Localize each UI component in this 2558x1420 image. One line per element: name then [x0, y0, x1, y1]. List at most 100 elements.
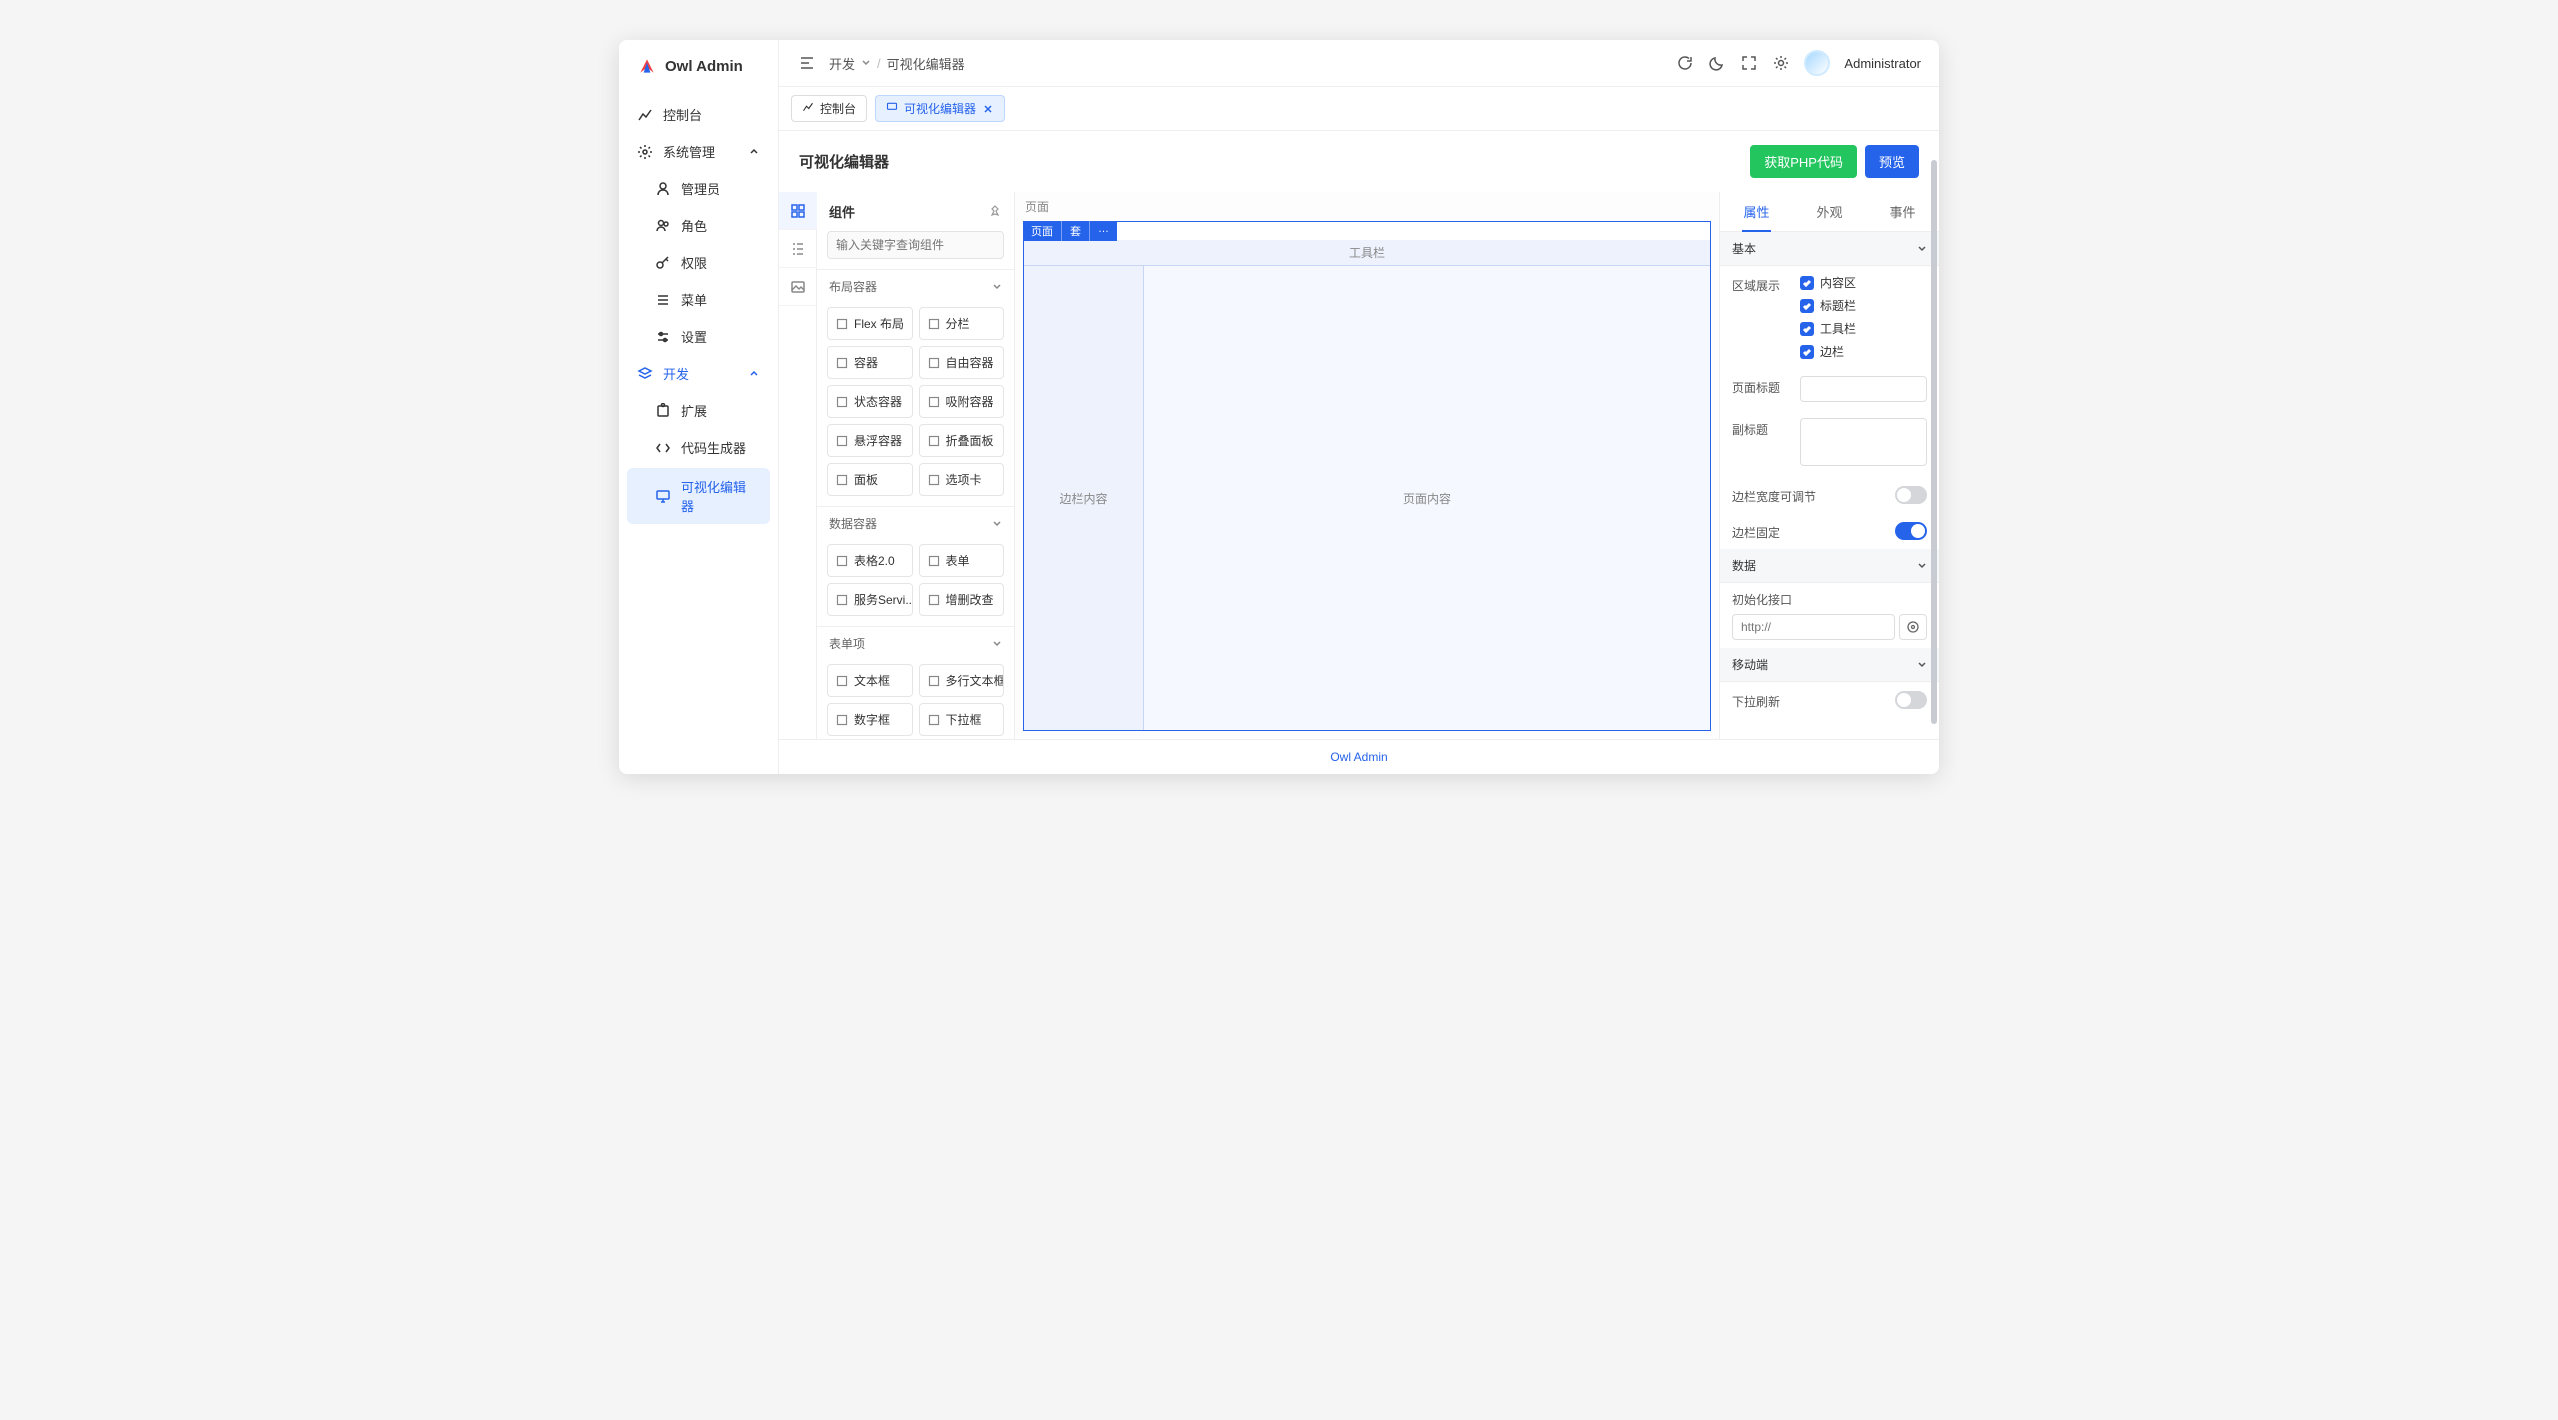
component-item[interactable]: 表单	[919, 544, 1005, 577]
nav-codegen[interactable]: 代码生成器	[619, 429, 778, 466]
path-seg-more[interactable]: …	[1090, 221, 1117, 241]
group-data-header[interactable]: 数据容器	[817, 507, 1014, 540]
side-tab-image[interactable]	[779, 268, 817, 306]
pull-refresh-switch[interactable]	[1895, 691, 1927, 709]
nav-menus[interactable]: 菜单	[619, 281, 778, 318]
component-item[interactable]: Flex 布局	[827, 307, 913, 340]
moon-icon[interactable]	[1708, 54, 1726, 72]
section-data-header[interactable]: 数据	[1720, 549, 1939, 583]
component-item[interactable]: 面板	[827, 463, 913, 496]
avatar[interactable]	[1804, 50, 1830, 76]
nav-admins[interactable]: 管理员	[619, 170, 778, 207]
region-checkbox[interactable]: 边栏	[1800, 343, 1927, 360]
box-icon	[836, 675, 848, 687]
nav-permissions[interactable]: 权限	[619, 244, 778, 281]
group-layout-header[interactable]: 布局容器	[817, 270, 1014, 303]
gear-icon	[637, 144, 653, 160]
chevron-up-icon	[748, 368, 760, 380]
checkbox-icon	[1800, 299, 1814, 313]
owl-logo-icon	[637, 56, 657, 76]
breadcrumb-dev[interactable]: 开发	[829, 54, 855, 73]
path-seg-page[interactable]: 页面	[1023, 221, 1062, 241]
component-item[interactable]: 下拉框	[919, 703, 1005, 736]
canvas-toolbar-region[interactable]: 工具栏	[1024, 240, 1710, 266]
chevron-down-icon	[992, 637, 1002, 651]
props-tab-event[interactable]: 事件	[1866, 192, 1939, 231]
tab-visual-editor[interactable]: 可视化编辑器	[875, 95, 1005, 122]
component-item[interactable]: 选项卡	[919, 463, 1005, 496]
chevron-down-icon	[861, 56, 871, 71]
breadcrumb-sep: /	[877, 56, 881, 71]
path-seg-wrap[interactable]: 套	[1062, 221, 1090, 241]
box-icon	[836, 714, 848, 726]
init-api-input[interactable]	[1732, 614, 1895, 640]
component-item[interactable]: 折叠面板	[919, 424, 1005, 457]
refresh-icon[interactable]	[1676, 54, 1694, 72]
box-icon	[928, 474, 940, 486]
component-item[interactable]: 分栏	[919, 307, 1005, 340]
component-item[interactable]: 服务Servi...	[827, 583, 913, 616]
nav-extensions[interactable]: 扩展	[619, 392, 778, 429]
page-outline[interactable]: 页面 套 … 工具栏 边栏内容 页面内容	[1023, 221, 1711, 731]
subtitle-input[interactable]	[1800, 418, 1927, 466]
api-config-button[interactable]	[1899, 614, 1927, 640]
group-form-header[interactable]: 表单项	[817, 627, 1014, 660]
box-icon	[836, 474, 848, 486]
component-search-input[interactable]	[827, 231, 1004, 259]
props-tab-style[interactable]: 外观	[1793, 192, 1866, 231]
section-mobile-header[interactable]: 移动端	[1720, 648, 1939, 682]
region-checkbox[interactable]: 内容区	[1800, 274, 1927, 291]
props-tab-attr[interactable]: 属性	[1720, 192, 1793, 231]
users-icon	[655, 218, 671, 234]
nav-visual-editor[interactable]: 可视化编辑器	[627, 468, 770, 524]
properties-panel: 属性 外观 事件 基本 区域展示 内容区标题栏工具栏边栏 页面标题	[1719, 192, 1939, 739]
page-title-input[interactable]	[1800, 376, 1927, 402]
logo[interactable]: Owl Admin	[619, 40, 778, 92]
preview-button[interactable]: 预览	[1865, 145, 1919, 178]
close-icon[interactable]	[982, 103, 994, 115]
scrollbar[interactable]	[1931, 160, 1937, 724]
component-item[interactable]: 表格2.0	[827, 544, 913, 577]
component-item[interactable]: 文本框	[827, 664, 913, 697]
pin-icon[interactable]	[988, 205, 1002, 219]
canvas-inner[interactable]: 页面 套 … 工具栏 边栏内容 页面内容	[1023, 221, 1711, 731]
canvas-path-bar[interactable]: 页面 套 …	[1023, 221, 1117, 241]
aside-resize-label: 边栏宽度可调节	[1732, 485, 1887, 505]
nav-roles[interactable]: 角色	[619, 207, 778, 244]
box-icon	[928, 555, 940, 567]
username[interactable]: Administrator	[1844, 56, 1921, 71]
box-icon	[928, 435, 940, 447]
topbar: 开发 / 可视化编辑器 Administrator	[779, 40, 1939, 87]
canvas-body-region[interactable]: 页面内容	[1144, 266, 1710, 730]
nav-system[interactable]: 系统管理	[619, 133, 778, 170]
side-tab-outline[interactable]	[779, 230, 817, 268]
component-item[interactable]: 吸附容器	[919, 385, 1005, 418]
component-item[interactable]: 状态容器	[827, 385, 913, 418]
nav-dev[interactable]: 开发	[619, 355, 778, 392]
chart-icon	[637, 107, 653, 123]
component-item[interactable]: 自由容器	[919, 346, 1005, 379]
group-layout: 布局容器 Flex 布局分栏容器自由容器状态容器吸附容器悬浮容器折叠面板面板选项…	[817, 269, 1014, 506]
collapse-sidebar-button[interactable]	[797, 53, 817, 73]
side-tab-components[interactable]	[779, 192, 817, 230]
nav-settings[interactable]: 设置	[619, 318, 778, 355]
settings-icon[interactable]	[1772, 54, 1790, 72]
fullscreen-icon[interactable]	[1740, 54, 1758, 72]
component-item[interactable]: 容器	[827, 346, 913, 379]
aside-fixed-switch[interactable]	[1895, 522, 1927, 540]
user-icon	[655, 181, 671, 197]
component-item[interactable]: 数字框	[827, 703, 913, 736]
component-item[interactable]: 悬浮容器	[827, 424, 913, 457]
region-checkbox[interactable]: 标题栏	[1800, 297, 1927, 314]
box-icon	[928, 357, 940, 369]
component-item[interactable]: 增删改查	[919, 583, 1005, 616]
aside-resize-switch[interactable]	[1895, 486, 1927, 504]
nav-console[interactable]: 控制台	[619, 96, 778, 133]
section-basic-header[interactable]: 基本	[1720, 232, 1939, 266]
get-php-button[interactable]: 获取PHP代码	[1750, 145, 1857, 178]
component-item[interactable]: 多行文本框	[919, 664, 1005, 697]
region-checkbox[interactable]: 工具栏	[1800, 320, 1927, 337]
components-panel: 组件 布局容器 Flex 布局分栏容器自由容器状态容器吸附容器悬浮容器折叠面板面…	[817, 192, 1015, 739]
tab-console[interactable]: 控制台	[791, 95, 867, 122]
canvas-aside-region[interactable]: 边栏内容	[1024, 266, 1144, 730]
